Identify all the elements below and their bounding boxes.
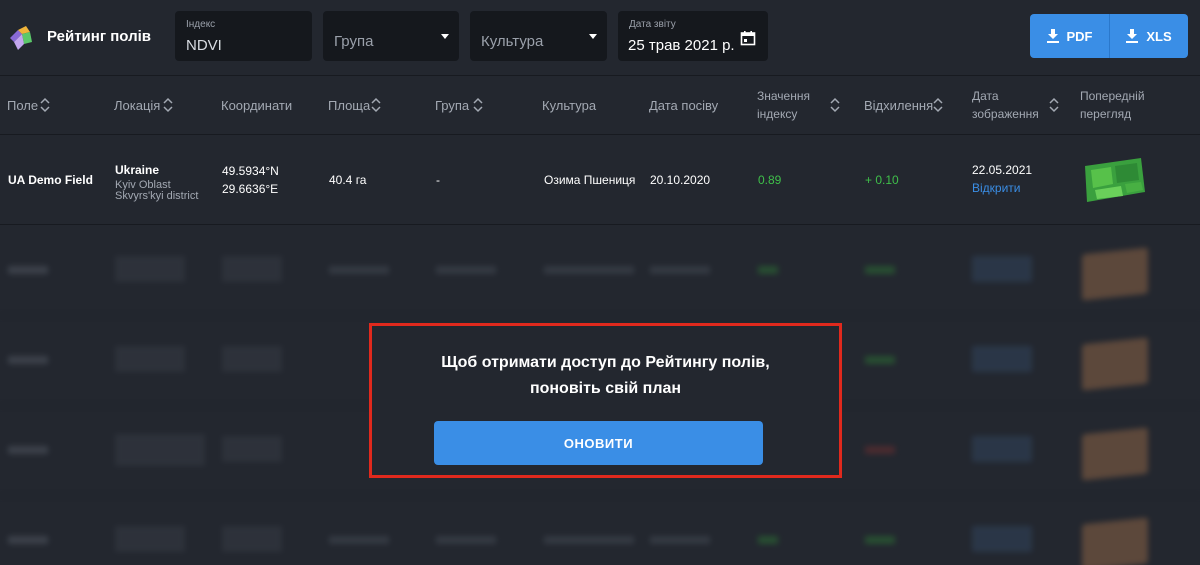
column-preview-line1: Попередній [1080, 89, 1145, 103]
chevron-down-icon [589, 34, 597, 39]
sort-icon[interactable] [473, 96, 483, 114]
field-name: UA Demo Field [8, 173, 93, 187]
column-area[interactable]: Площа [328, 98, 370, 113]
locked-row [0, 496, 1200, 565]
index-value: 0.89 [758, 173, 782, 187]
column-image-date-line1: Дата [972, 89, 999, 103]
coordinate-lon: 29.6636°E [222, 182, 279, 196]
crop-placeholder: Культура [481, 33, 544, 50]
open-link[interactable]: Відкрити [972, 181, 1021, 195]
field-group: - [436, 173, 440, 187]
download-icon [1126, 29, 1139, 43]
location-country: Ukraine [115, 163, 160, 177]
app-title: Рейтинг полів [47, 28, 152, 45]
sort-icon[interactable] [40, 96, 50, 114]
column-sowing-date: Дата посіву [649, 98, 719, 113]
export-buttons: PDF XLS [1030, 14, 1188, 58]
column-index-value[interactable]: Значення індексу [757, 87, 810, 123]
location-district: Skvyrs'kyi district [115, 190, 199, 202]
column-location[interactable]: Локація [114, 98, 160, 113]
group-select[interactable]: Група [323, 11, 459, 61]
deviation-value: + 0.10 [865, 173, 899, 187]
upgrade-message-line1: Щоб отримати доступ до Рейтингу полів, [441, 354, 770, 371]
export-pdf-label: PDF [1066, 28, 1093, 44]
export-pdf-button[interactable]: PDF [1030, 14, 1109, 58]
upgrade-prompt: Щоб отримати доступ до Рейтингу полів, п… [369, 323, 842, 478]
report-date-value: 25 трав 2021 р. [628, 37, 735, 54]
coordinate-lat: 49.5934°N [222, 164, 279, 178]
field-preview-thumbnail[interactable] [1081, 156, 1147, 204]
sort-icon[interactable] [163, 96, 173, 114]
upgrade-message: Щоб отримати доступ до Рейтингу полів, п… [372, 350, 839, 402]
column-deviation[interactable]: Відхилення [864, 98, 933, 113]
image-date: 22.05.2021 [972, 163, 1033, 177]
locked-row [0, 226, 1200, 316]
sort-icon[interactable] [371, 96, 381, 114]
sort-icon[interactable] [1049, 96, 1059, 114]
column-coordinates: Координати [221, 98, 293, 113]
column-image-date-line2: зображення [972, 107, 1039, 121]
export-xls-button[interactable]: XLS [1109, 14, 1188, 58]
column-crop: Культура [542, 98, 597, 113]
upgrade-button[interactable]: ОНОВИТИ [434, 421, 763, 465]
export-xls-label: XLS [1146, 28, 1172, 44]
top-bar: Рейтинг полів Індекс NDVI Група Культура… [0, 0, 1200, 76]
crop-select[interactable]: Культура [470, 11, 607, 61]
download-icon [1046, 29, 1059, 43]
column-group[interactable]: Група [435, 98, 469, 113]
logo-icon [10, 26, 32, 50]
index-label: Індекс [186, 19, 216, 30]
report-date-label: Дата звіту [629, 19, 676, 30]
index-value: NDVI [186, 37, 222, 54]
field-area: 40.4 га [329, 173, 367, 187]
column-preview: Попередній перегляд [1080, 87, 1145, 123]
chevron-down-icon [441, 34, 449, 39]
report-date-picker[interactable]: Дата звіту 25 трав 2021 р. [618, 11, 768, 61]
table-row[interactable]: UA Demo Field Ukraine Kyiv Oblast Skvyrs… [0, 136, 1200, 225]
sort-icon[interactable] [933, 96, 943, 114]
table-header: Поле Локація Координати Площа Група Куль… [0, 77, 1200, 135]
column-index-value-line2: індексу [757, 107, 798, 121]
upgrade-message-line2: поновіть свій план [529, 380, 682, 397]
sort-icon[interactable] [830, 96, 840, 114]
column-field[interactable]: Поле [7, 98, 38, 113]
group-placeholder: Група [334, 33, 374, 50]
index-select[interactable]: Індекс NDVI [175, 11, 312, 61]
sowing-date: 20.10.2020 [650, 173, 711, 187]
column-image-date[interactable]: Дата зображення [972, 87, 1039, 123]
calendar-icon [740, 31, 756, 46]
column-preview-line2: перегляд [1080, 107, 1132, 121]
field-crop: Озима Пшениця [544, 173, 636, 187]
column-index-value-line1: Значення [757, 89, 810, 103]
